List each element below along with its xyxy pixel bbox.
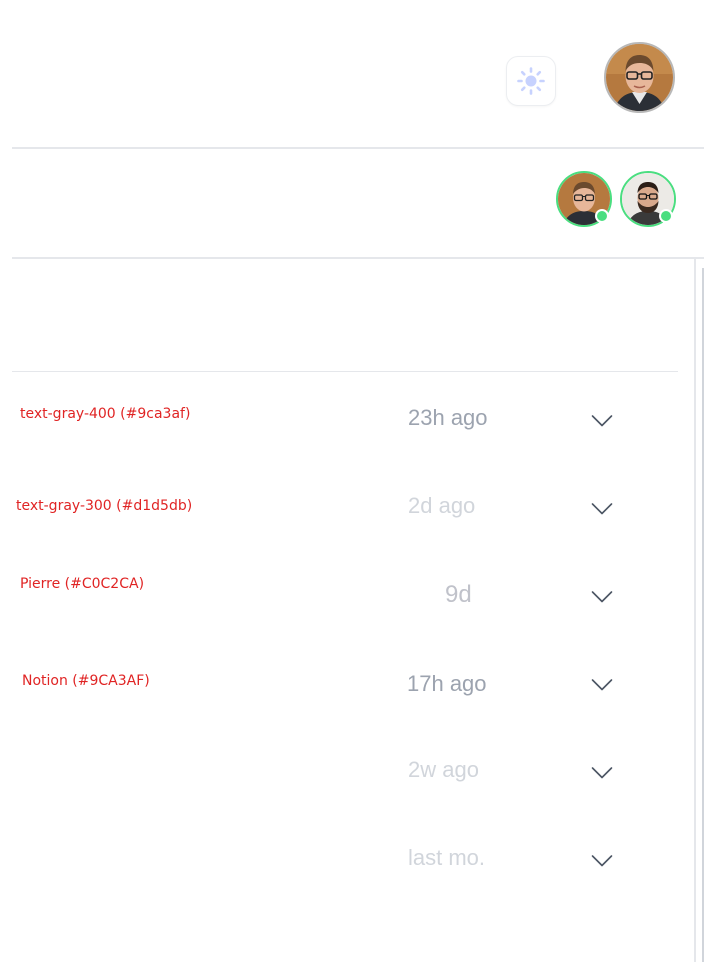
color-annotation: Pierre (#C0C2CA) bbox=[20, 576, 145, 592]
theme-toggle-button[interactable] bbox=[506, 56, 556, 106]
list-item[interactable]: Pierre (#C0C2CA) 9d bbox=[12, 566, 678, 626]
list-item[interactable]: text-gray-300 (#d1d5db) 2d ago bbox=[12, 478, 678, 538]
chevron-down-icon[interactable] bbox=[591, 590, 613, 604]
color-annotation: Notion (#9CA3AF) bbox=[22, 673, 150, 689]
timestamp: 23h ago bbox=[408, 405, 488, 430]
online-status-dot bbox=[595, 209, 609, 223]
chevron-down-icon[interactable] bbox=[591, 678, 613, 692]
chevron-down-icon[interactable] bbox=[591, 414, 613, 428]
timestamp: 2w ago bbox=[408, 757, 479, 782]
chevron-down-icon[interactable] bbox=[591, 502, 613, 516]
timestamp: last mo. bbox=[408, 845, 486, 870]
color-annotation: text-gray-400 (#9ca3af) bbox=[20, 406, 191, 422]
chevron-down-icon[interactable] bbox=[591, 766, 613, 780]
online-status-dot bbox=[659, 209, 673, 223]
timestamp: 2d ago bbox=[408, 493, 476, 518]
list-item[interactable]: text-gray-400 (#9ca3af) 23h ago bbox=[12, 390, 678, 450]
header-divider bbox=[12, 147, 704, 149]
color-annotation: text-gray-300 (#d1d5db) bbox=[16, 498, 193, 514]
list-top-divider bbox=[12, 371, 678, 372]
timestamp: 17h ago bbox=[407, 671, 487, 696]
list-item[interactable]: Notion (#9CA3AF) 17h ago bbox=[12, 654, 678, 714]
list-item[interactable]: 2w ago bbox=[12, 742, 678, 802]
sun-icon bbox=[516, 66, 546, 96]
list-item[interactable]: last mo. bbox=[12, 830, 678, 890]
section-divider bbox=[12, 257, 704, 259]
chevron-down-icon[interactable] bbox=[591, 854, 613, 868]
user-avatar[interactable] bbox=[604, 42, 675, 113]
timestamp: 9d bbox=[445, 581, 472, 608]
